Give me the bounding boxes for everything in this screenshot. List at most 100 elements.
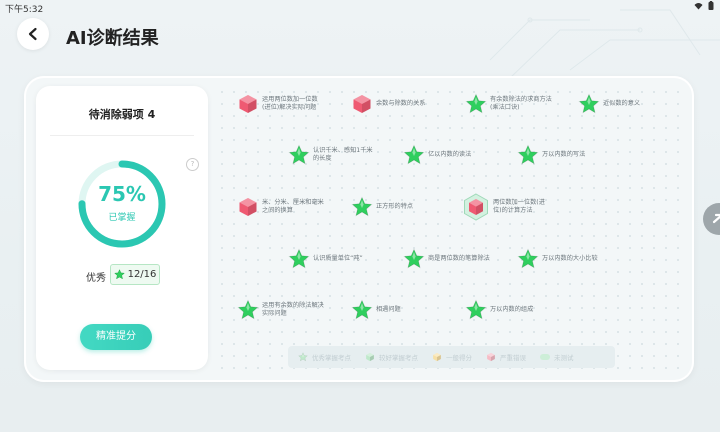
green-star-icon [237, 299, 259, 320]
precise-improve-button[interactable]: 精准提分 [80, 324, 152, 350]
knowledge-point-label-line: 认识千米、感知1千米 [313, 146, 373, 154]
knowledge-point-label-line: 位)的计算方法 [493, 207, 533, 214]
legend-pill-icon [540, 354, 550, 360]
knowledge-point[interactable]: 亿以内数的读法 [403, 144, 471, 166]
mastery-percent: 75% [98, 182, 146, 206]
green-star-icon [465, 299, 487, 320]
knowledge-point[interactable]: 余数与除数的关系 [351, 93, 426, 115]
knowledge-point-label-line: 米、分米、厘米和毫米 [262, 198, 324, 206]
green-star-icon [465, 93, 487, 114]
back-button[interactable] [17, 18, 49, 50]
knowledge-point[interactable]: 商是两位数的笔算除法 [403, 248, 490, 270]
knowledge-point-label: 相遇问题 [376, 306, 401, 315]
knowledge-point-label-line: 近似数的意义 [603, 99, 641, 107]
knowledge-point-label: 万以内数的组成 [490, 306, 533, 315]
grade-label: 优秀 [86, 273, 106, 284]
knowledge-point[interactable]: 运用有余数的除法解决 实际问题 [237, 299, 324, 321]
knowledge-point-label-line: (乘法口诀) [490, 104, 520, 111]
knowledge-point-label-line: 有余数除法的求商方法 [490, 95, 552, 103]
knowledge-point-label: 认识质量单位“吨” [313, 255, 363, 264]
knowledge-point-label: 正方形的特点 [376, 203, 413, 212]
knowledge-point-label-line: 运用两位数加一位数 [262, 95, 318, 103]
knowledge-point-label: 有余数除法的求商方法 (乘法口诀) [490, 96, 552, 113]
legend-cube-icon [366, 352, 374, 362]
legend-cube-icon [433, 352, 441, 362]
knowledge-point-label-line: 认识质量单位“吨” [313, 254, 363, 262]
red-cube-icon [353, 95, 371, 113]
selected-cube-icon [464, 193, 488, 221]
green-star-icon [288, 248, 310, 269]
knowledge-point-label-line: 实际问题 [262, 310, 287, 317]
knowledge-point-label: 认识千米、感知1千米 的长度 [313, 147, 373, 164]
side-collapse-button[interactable] [703, 203, 720, 235]
knowledge-point[interactable]: 万以内数的大小比较 [517, 248, 598, 270]
legend-label: 一般得分 [446, 354, 472, 362]
chevron-left-icon [28, 27, 37, 41]
knowledge-point[interactable]: 相遇问题 [351, 299, 401, 321]
green-star-icon [288, 144, 310, 165]
knowledge-point[interactable]: 万以内数的组成 [465, 299, 533, 321]
knowledge-point-label-line: 商是两位数的笔算除法 [428, 254, 490, 262]
green-star-icon [578, 93, 600, 114]
knowledge-point-label: 两位数加一位数(进 位)的计算方法 [493, 199, 545, 216]
knowledge-point-label-line: 万以内数的大小比较 [542, 254, 598, 262]
red-cube-icon [239, 198, 257, 216]
page-title: AI诊断结果 [66, 28, 159, 49]
green-star-icon [517, 144, 539, 165]
legend: 优秀掌握考点 较好掌握考点 一般得分 严重错误 未测试 [288, 346, 615, 368]
legend-label: 未测试 [554, 354, 574, 362]
knowledge-point[interactable]: 认识质量单位“吨” [288, 248, 363, 270]
green-star-icon [403, 144, 425, 165]
knowledge-point[interactable]: 两位数加一位数(进 位)的计算方法 [464, 193, 545, 221]
decorative-lines [489, 9, 720, 79]
green-star-icon [351, 299, 373, 320]
knowledge-point-label-line: 万以内数的组成 [490, 305, 534, 313]
knowledge-point-label-line: 运用有余数的除法解决 [262, 301, 324, 309]
collapse-arrow-icon [712, 213, 720, 224]
summary-card: 待消除弱项 4 ? 75% 已掌握 优秀 12/16 精准提分 [36, 86, 208, 370]
legend-item: 一般得分 [432, 352, 472, 362]
knowledge-point[interactable]: 万以内数的写法 [517, 144, 585, 166]
knowledge-point-label-line: 两位数加一位数(进 [493, 198, 545, 206]
knowledge-point[interactable]: 米、分米、厘米和毫米 之间的换算 [237, 196, 324, 218]
star-icon [113, 269, 125, 280]
divider [50, 135, 194, 136]
knowledge-point[interactable]: 近似数的意义 [578, 93, 640, 115]
knowledge-point-label-line: 的长度 [313, 155, 332, 162]
knowledge-point-label: 米、分米、厘米和毫米 之间的换算 [262, 199, 324, 216]
legend-label: 优秀掌握考点 [312, 354, 351, 362]
knowledge-point-label-line: 之间的换算 [262, 207, 293, 214]
green-star-icon [403, 248, 425, 269]
legend-item: 优秀掌握考点 [298, 352, 351, 362]
legend-label: 严重错误 [500, 354, 526, 362]
grade-value: 12/16 [127, 269, 157, 280]
knowledge-point[interactable]: 运用两位数加一位数 (进位)解决实际问题 [237, 93, 318, 115]
knowledge-point[interactable]: 正方形的特点 [351, 196, 413, 218]
knowledge-point-label: 万以内数的写法 [542, 151, 585, 160]
knowledge-point[interactable]: 认识千米、感知1千米 的长度 [288, 144, 373, 166]
legend-label: 较好掌握考点 [379, 354, 418, 362]
status-time: 下午5:32 [5, 5, 44, 15]
green-star-icon [351, 196, 373, 217]
knowledge-point-label: 运用有余数的除法解决 实际问题 [262, 302, 324, 319]
knowledge-point-label-line: 万以内数的写法 [542, 150, 586, 158]
knowledge-map-background [216, 86, 682, 374]
green-star-icon [517, 248, 539, 269]
knowledge-point[interactable]: 有余数除法的求商方法 (乘法口诀) [465, 93, 552, 115]
knowledge-point-label: 近似数的意义 [603, 100, 640, 109]
help-icon[interactable]: ? [186, 158, 199, 171]
knowledge-point-label: 万以内数的大小比较 [542, 255, 598, 264]
weak-items-title: 待消除弱项 4 [88, 108, 156, 121]
knowledge-point-label-line: 余数与除数的关系 [376, 99, 426, 107]
red-cube-icon [239, 95, 257, 113]
knowledge-point-label-line: (进位)解决实际问题 [262, 104, 317, 111]
legend-item: 较好掌握考点 [365, 352, 418, 362]
grade-badge: 12/16 [110, 264, 160, 285]
legend-item: 未测试 [540, 352, 574, 362]
knowledge-point-label-line: 亿以内数的读法 [428, 150, 472, 158]
knowledge-point-label: 运用两位数加一位数 (进位)解决实际问题 [262, 96, 318, 113]
knowledge-point-label: 亿以内数的读法 [428, 151, 471, 160]
knowledge-point-label-line: 正方形的特点 [376, 202, 414, 210]
knowledge-point-label: 商是两位数的笔算除法 [428, 255, 490, 264]
knowledge-point-label-line: 相遇问题 [376, 305, 401, 313]
